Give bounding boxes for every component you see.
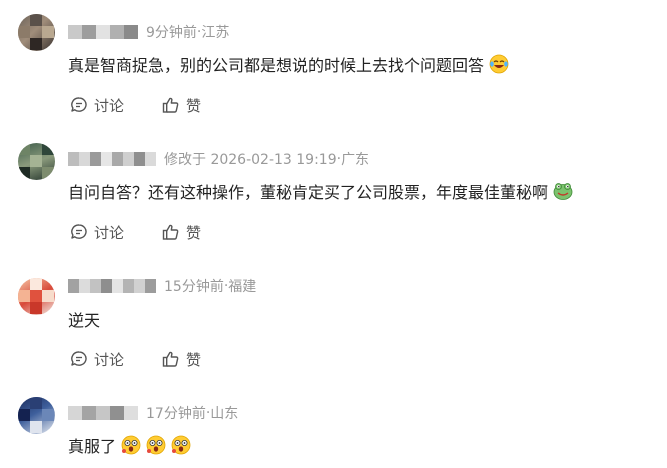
- comment-time: 17分钟前: [146, 406, 206, 422]
- comment-body: 真是智商捉急，别的公司都是想说的时候上去找个问题回答: [68, 56, 485, 75]
- comment-time: 9分钟前: [146, 25, 197, 41]
- comment-body: 逆天: [68, 311, 101, 330]
- comment-text: 真是智商捉急，别的公司都是想说的时候上去找个问题回答: [68, 52, 509, 76]
- comment-actions: 讨论 赞: [70, 94, 239, 116]
- comment-location: 山东: [210, 406, 239, 422]
- stunned-face-emoji: [171, 435, 191, 455]
- comment-bubble-icon: [71, 224, 87, 239]
- like-button[interactable]: 赞: [162, 349, 201, 370]
- comment-actions: 讨论 赞: [70, 348, 239, 370]
- comment-location: 广东: [341, 152, 370, 168]
- comment-meta: 17分钟前 · 山东: [68, 402, 238, 424]
- comment-bubble-icon: [71, 97, 87, 112]
- comment-text: 逆天: [68, 307, 100, 331]
- like-label: 赞: [186, 350, 202, 369]
- reply-label: 讨论: [94, 350, 125, 369]
- thumbs-up-icon: [162, 224, 179, 240]
- blurred-username[interactable]: [68, 152, 156, 166]
- blurred-username[interactable]: [68, 406, 138, 420]
- comment-time: 15分钟前: [164, 279, 224, 295]
- reply-label: 讨论: [94, 96, 125, 115]
- reply-label: 讨论: [94, 223, 125, 242]
- blurred-username[interactable]: [68, 279, 156, 293]
- comment-text: 真服了: [68, 433, 191, 457]
- comment-time: 修改于 2026-02-13 19:19: [164, 152, 337, 168]
- thumbs-up-icon: [162, 351, 179, 367]
- stunned-face-emoji: [146, 435, 166, 455]
- reply-button[interactable]: 讨论: [70, 222, 124, 243]
- comment-location: 福建: [228, 279, 257, 295]
- blurred-username[interactable]: [68, 25, 138, 39]
- comment-meta: 修改于 2026-02-13 19:19 · 广东: [68, 148, 369, 170]
- comment-meta: 15分钟前 · 福建: [68, 275, 256, 297]
- comment-meta: 9分钟前 · 江苏: [68, 21, 229, 43]
- laughing-tears-emoji: [489, 54, 509, 74]
- like-button[interactable]: 赞: [162, 95, 201, 116]
- smirk-frog-emoji: [553, 183, 573, 200]
- comment-actions: 讨论 赞: [70, 221, 239, 243]
- comment-bubble-icon: [71, 351, 87, 366]
- like-label: 赞: [186, 223, 202, 242]
- stunned-face-emoji: [121, 435, 141, 455]
- comment-body: 自问自答？还有这种操作，董秘肯定买了公司股票，年度最佳董秘啊: [68, 183, 549, 202]
- like-label: 赞: [186, 96, 202, 115]
- like-button[interactable]: 赞: [162, 222, 201, 243]
- reply-button[interactable]: 讨论: [70, 95, 124, 116]
- avatar[interactable]: [18, 397, 55, 434]
- comment-body: 真服了: [68, 437, 117, 456]
- comment-location: 江苏: [201, 25, 230, 41]
- avatar[interactable]: [18, 14, 55, 51]
- thumbs-up-icon: [162, 97, 179, 113]
- avatar[interactable]: [18, 278, 55, 315]
- avatar[interactable]: [18, 143, 55, 180]
- comment-text: 自问自答？还有这种操作，董秘肯定买了公司股票，年度最佳董秘啊: [68, 179, 573, 203]
- reply-button[interactable]: 讨论: [70, 349, 124, 370]
